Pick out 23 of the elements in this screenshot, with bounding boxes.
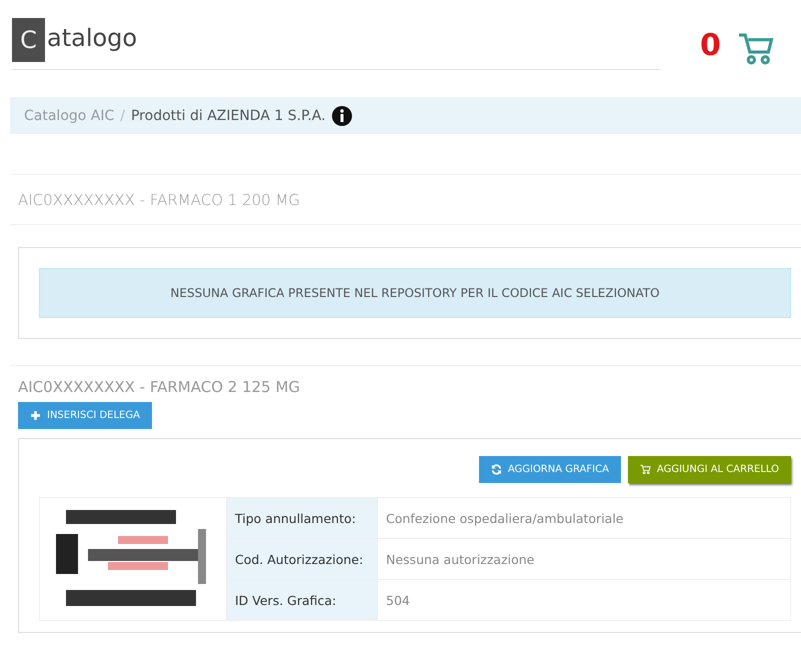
- title-initial: C: [12, 18, 45, 62]
- breadcrumb-item[interactable]: Catalogo AIC: [24, 108, 114, 124]
- add-to-cart-button[interactable]: AGGIUNGI AL CARRELLO: [628, 456, 791, 483]
- cart-count: 0: [700, 28, 721, 63]
- info-alert: NESSUNA GRAFICA PRESENTE NEL REPOSITORY PER IL CODICE AIC SELEZIONATO: [39, 268, 791, 318]
- detail-value: 504: [378, 580, 790, 620]
- detail-label: Tipo annullamento:: [226, 498, 378, 538]
- breadcrumb-item: Prodotti di AZIENDA 1 S.P.A.: [130, 108, 326, 124]
- plus-icon: [30, 410, 41, 421]
- cart-icon: [640, 464, 651, 475]
- cart-icon: [736, 32, 775, 66]
- refresh-icon: [490, 464, 502, 475]
- page-title: atalogo: [46, 23, 138, 52]
- info-icon[interactable]: [332, 106, 352, 126]
- detail-value: Confezione ospedaliera/ambulatoriale: [378, 498, 790, 538]
- product-heading: AIC0XXXXXXXX - FARMACO 2 125 MG: [18, 378, 302, 396]
- detail-label: ID Vers. Grafica:: [226, 580, 378, 620]
- detail-value: Nessuna autorizzazione: [378, 538, 790, 580]
- add-delegate-button[interactable]: INSERISCI DELEGA: [18, 402, 152, 429]
- detail-label: Cod. Autorizzazione:: [226, 538, 378, 580]
- product-heading: AIC0XXXXXXXX - FARMACO 1 200 MG: [18, 190, 300, 208]
- refresh-button[interactable]: AGGIORNA GRAFICA: [478, 456, 621, 483]
- breadcrumb-separator: /: [120, 108, 125, 124]
